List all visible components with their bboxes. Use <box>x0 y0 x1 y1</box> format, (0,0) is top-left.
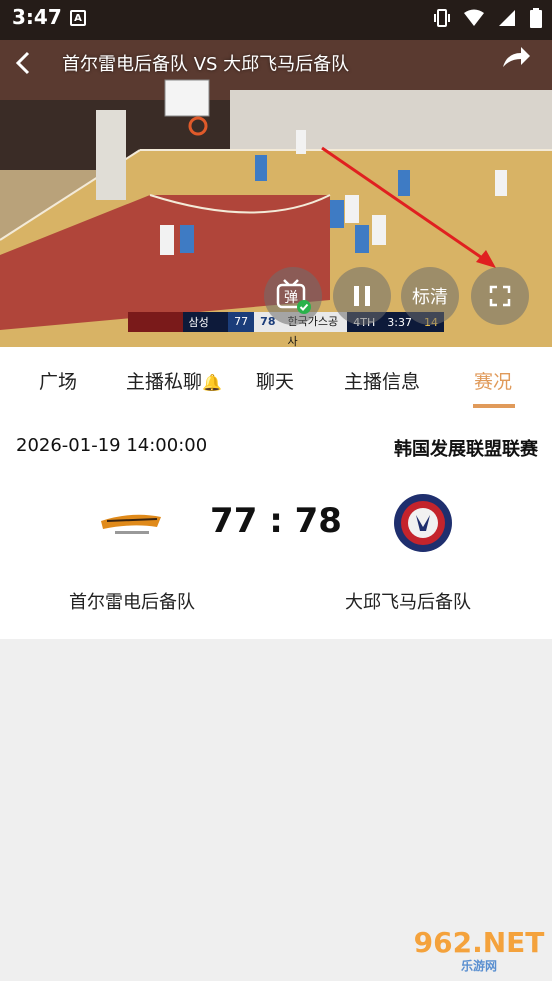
back-button[interactable] <box>8 48 38 78</box>
match-card: 2026-01-19 14:00:00 韩国发展联盟联赛 77 : 78 首尔雷… <box>0 413 552 639</box>
match-score: 77 : 78 <box>210 501 342 541</box>
danmaku-icon: 弹 <box>276 279 311 314</box>
away-team-name: 大邱飞马后备队 <box>345 592 471 613</box>
watermark-sub: 乐游网 <box>460 958 497 973</box>
site-watermark: 962.NET 乐游网 <box>412 927 546 975</box>
quality-label: 标清 <box>412 287 448 308</box>
danmaku-toggle-button[interactable]: 弹 <box>264 267 322 325</box>
app-screen: 3:47 A 首尔雷电后备队 VS 大邱飞马后备队 弹 标清 삼성 77 78 … <box>0 0 552 981</box>
tab-square[interactable]: 广场 <box>39 367 77 394</box>
share-arrow-icon <box>503 47 530 67</box>
away-team-logo <box>388 493 458 553</box>
battery-icon <box>530 8 542 28</box>
share-button[interactable] <box>498 42 534 72</box>
back-arrow-icon <box>15 51 30 75</box>
notification-icon: A <box>70 10 86 26</box>
scoreboard-home-score: 77 <box>228 312 255 332</box>
video-title-bar: 首尔雷电后备队 VS 大邱飞马后备队 <box>0 40 552 84</box>
scoreboard-home-name: 삼성 <box>188 316 209 329</box>
status-time: 3:47 <box>12 5 62 29</box>
tab-streamer-info[interactable]: 主播信息 <box>344 367 420 394</box>
danmaku-label: 弹 <box>284 290 298 306</box>
pegasus-logo-icon <box>394 494 452 552</box>
tab-bar: 广场 主播私聊🔔 聊天 主播信息 赛况 <box>0 347 552 413</box>
bell-icon: 🔔 <box>202 373 222 392</box>
fullscreen-button[interactable] <box>471 267 529 325</box>
fullscreen-icon <box>489 285 511 307</box>
pause-button[interactable] <box>333 267 391 325</box>
quality-button[interactable]: 标清 <box>401 267 459 325</box>
video-title: 首尔雷电后备队 VS 大邱飞马后备队 <box>62 54 350 75</box>
wifi-icon <box>464 9 484 26</box>
status-bar: 3:47 A <box>0 0 552 36</box>
cellular-signal-icon <box>499 10 515 26</box>
active-tab-indicator <box>473 404 515 408</box>
vibrate-icon <box>434 9 450 27</box>
match-league: 韩国发展联盟联赛 <box>394 439 538 460</box>
watermark-main: 962.NET <box>413 925 545 959</box>
tab-match-status[interactable]: 赛况 <box>474 367 512 394</box>
tab-private-chat[interactable]: 主播私聊🔔 <box>126 367 222 394</box>
tab-chat[interactable]: 聊天 <box>256 367 294 394</box>
home-team-name: 首尔雷电后备队 <box>69 592 195 613</box>
home-team-badge <box>128 312 183 332</box>
match-datetime: 2026-01-19 14:00:00 <box>16 435 208 456</box>
video-player[interactable]: 3:47 A 首尔雷电后备队 VS 大邱飞马后备队 弹 标清 삼성 77 78 … <box>0 0 552 347</box>
tab-private-chat-label: 主播私聊 <box>126 371 203 393</box>
pause-icon <box>354 286 370 306</box>
system-icons <box>434 8 542 28</box>
